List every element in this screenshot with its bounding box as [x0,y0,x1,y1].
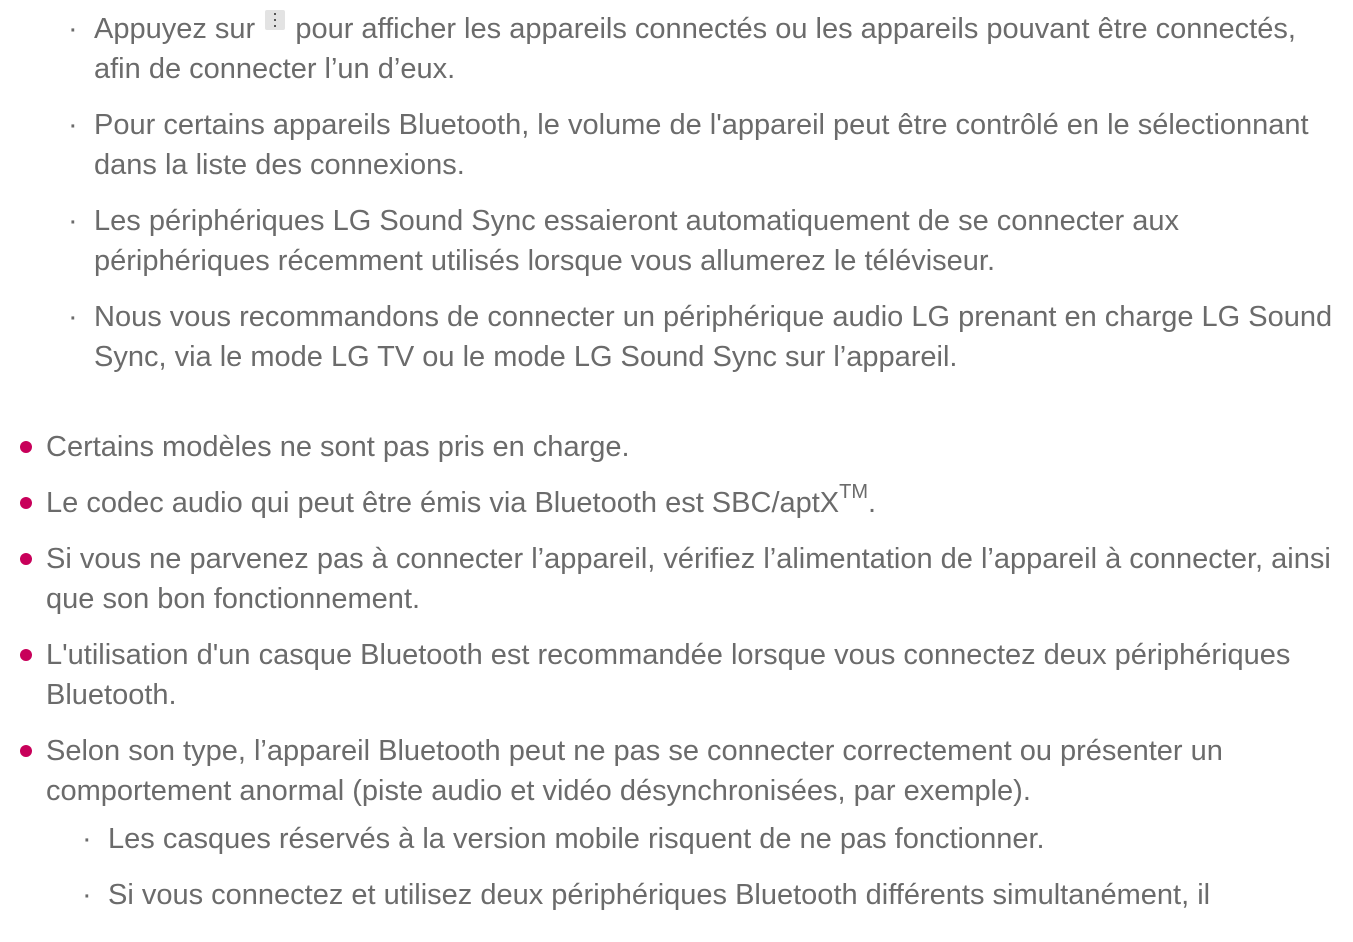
middle-dot: · [68,13,78,45]
middle-dot: · [68,301,78,333]
document-page: · Appuyez sur pour afficher les appareil… [0,0,1353,942]
middle-dot: · [68,109,78,141]
sub-list-top: · Appuyez sur pour afficher les appareil… [68,9,1338,393]
sub-list-item: · Si vous connectez et utilisez deux pér… [82,875,1352,915]
trademark-superscript: TM [839,481,869,503]
main-item-text: Certains modèles ne sont pas pris en cha… [46,431,630,463]
sub-list-item: · Pour certains appareils Bluetooth, le … [68,105,1338,185]
sub-item-text: Pour certains appareils Bluetooth, le vo… [94,109,1309,181]
main-list-item: Si vous ne parvenez pas à connecter l’ap… [20,539,1340,619]
bullet-dot-icon [20,649,32,661]
sub-item-text-before-icon: Appuyez sur [94,13,256,45]
sub-item-text: Les casques réservés à la version mobile… [108,823,1045,855]
sub-list-item: · Appuyez sur pour afficher les appareil… [68,9,1338,89]
main-list-item: L'utilisation d'un casque Bluetooth est … [20,635,1340,715]
main-list-item: Certains modèles ne sont pas pris en cha… [20,427,1340,467]
main-item-text: Selon son type, l’appareil Bluetooth peu… [46,735,1223,807]
main-list-item: Selon son type, l’appareil Bluetooth peu… [20,731,1340,811]
bullet-dot-icon [20,745,32,757]
sub-item-text: Si vous connectez et utilisez deux périp… [108,879,1211,911]
main-bullet-list: Certains modèles ne sont pas pris en cha… [20,427,1340,827]
bullet-dot-icon [20,497,32,509]
middle-dot: · [68,205,78,237]
bullet-dot-icon [20,553,32,565]
main-item-text: Si vous ne parvenez pas à connecter l’ap… [46,543,1331,615]
sub-list-item: · Nous vous recommandons de connecter un… [68,297,1338,377]
sub-list-bottom: · Les casques réservés à la version mobi… [82,819,1352,931]
middle-dot: · [82,823,92,855]
main-list-item: Le codec audio qui peut être émis via Bl… [20,481,1340,523]
sub-list-item: · Les périphériques LG Sound Sync essaie… [68,201,1338,281]
sub-list-item: · Les casques réservés à la version mobi… [82,819,1352,859]
bullet-dot-icon [20,441,32,453]
more-vertical-icon [265,10,286,30]
main-item-text: Le codec audio qui peut être émis via Bl… [46,487,840,519]
sub-item-text: Nous vous recommandons de connecter un p… [94,301,1333,373]
sub-item-text: Les périphériques LG Sound Sync essaiero… [94,205,1179,277]
middle-dot: · [82,879,92,911]
main-item-text-end: . [868,487,877,519]
main-item-text: L'utilisation d'un casque Bluetooth est … [46,639,1291,711]
